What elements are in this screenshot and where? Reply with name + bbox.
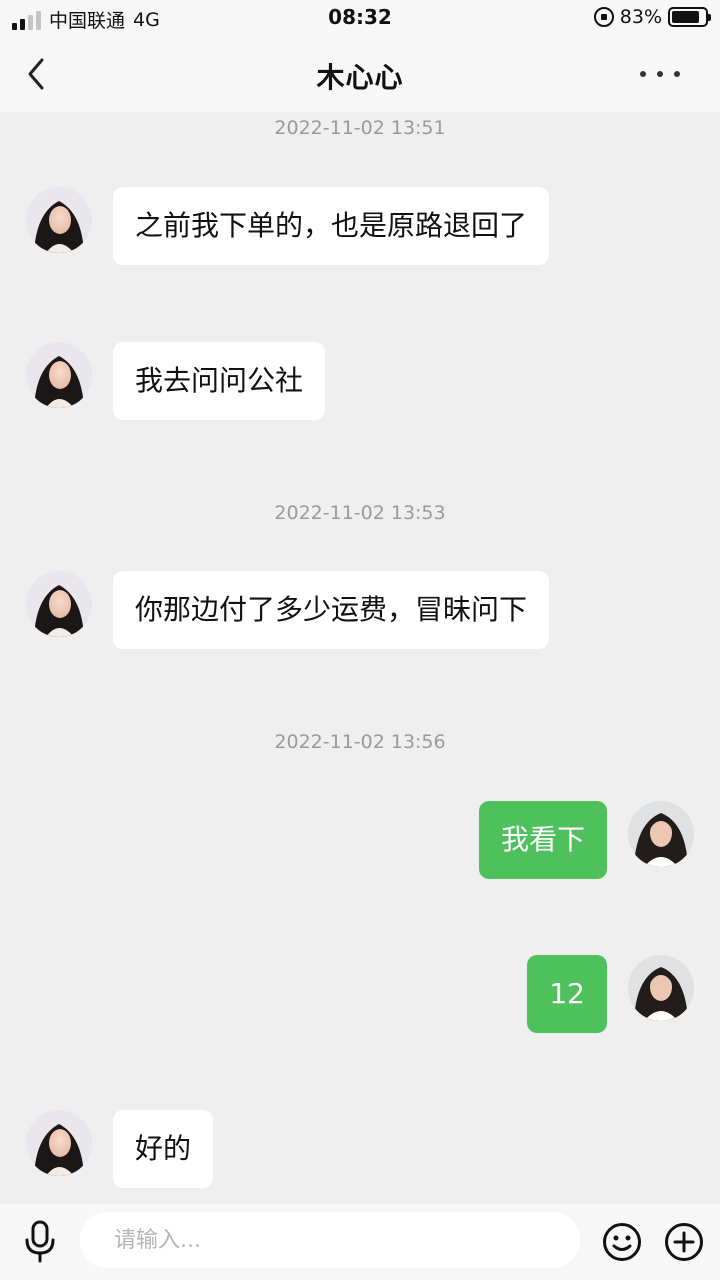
message-timestamp: 2022-11-02 13:51: [274, 117, 446, 139]
more-options-icon[interactable]: [640, 62, 680, 86]
incoming-message-bubble[interactable]: 好的: [113, 1110, 214, 1188]
contact-avatar[interactable]: [26, 342, 92, 408]
incoming-message-bubble[interactable]: 我去问问公社: [113, 342, 326, 420]
chat-title: 木心心: [316, 61, 404, 94]
contact-avatar[interactable]: [26, 187, 92, 253]
message-timestamp: 2022-11-02 13:53: [274, 502, 446, 524]
input-bar: [0, 1204, 720, 1280]
incoming-message-bubble[interactable]: 你那边付了多少运费，冒昧问下: [113, 571, 550, 649]
add-attachment-icon[interactable]: [664, 1222, 704, 1262]
microphone-icon[interactable]: [22, 1220, 58, 1264]
message-input[interactable]: [80, 1212, 580, 1268]
contact-avatar[interactable]: [26, 571, 92, 637]
my-avatar[interactable]: [628, 955, 694, 1021]
message-timestamp: 2022-11-02 13:56: [274, 731, 446, 753]
battery-icon: [668, 7, 711, 27]
rotation-lock-icon: [593, 7, 614, 27]
contact-avatar[interactable]: [26, 1110, 92, 1176]
outgoing-message-bubble[interactable]: 我看下: [478, 801, 607, 879]
battery-percent: 83%: [619, 6, 662, 28]
incoming-message-bubble[interactable]: 之前我下单的，也是原路退回了: [113, 187, 550, 265]
my-avatar[interactable]: [628, 801, 694, 867]
status-bar: 中国联通 4G 08:32 83%: [0, 0, 720, 36]
chat-header: 木心心: [0, 36, 720, 112]
emoji-icon[interactable]: [602, 1222, 642, 1262]
outgoing-message-bubble[interactable]: 12: [527, 955, 607, 1033]
